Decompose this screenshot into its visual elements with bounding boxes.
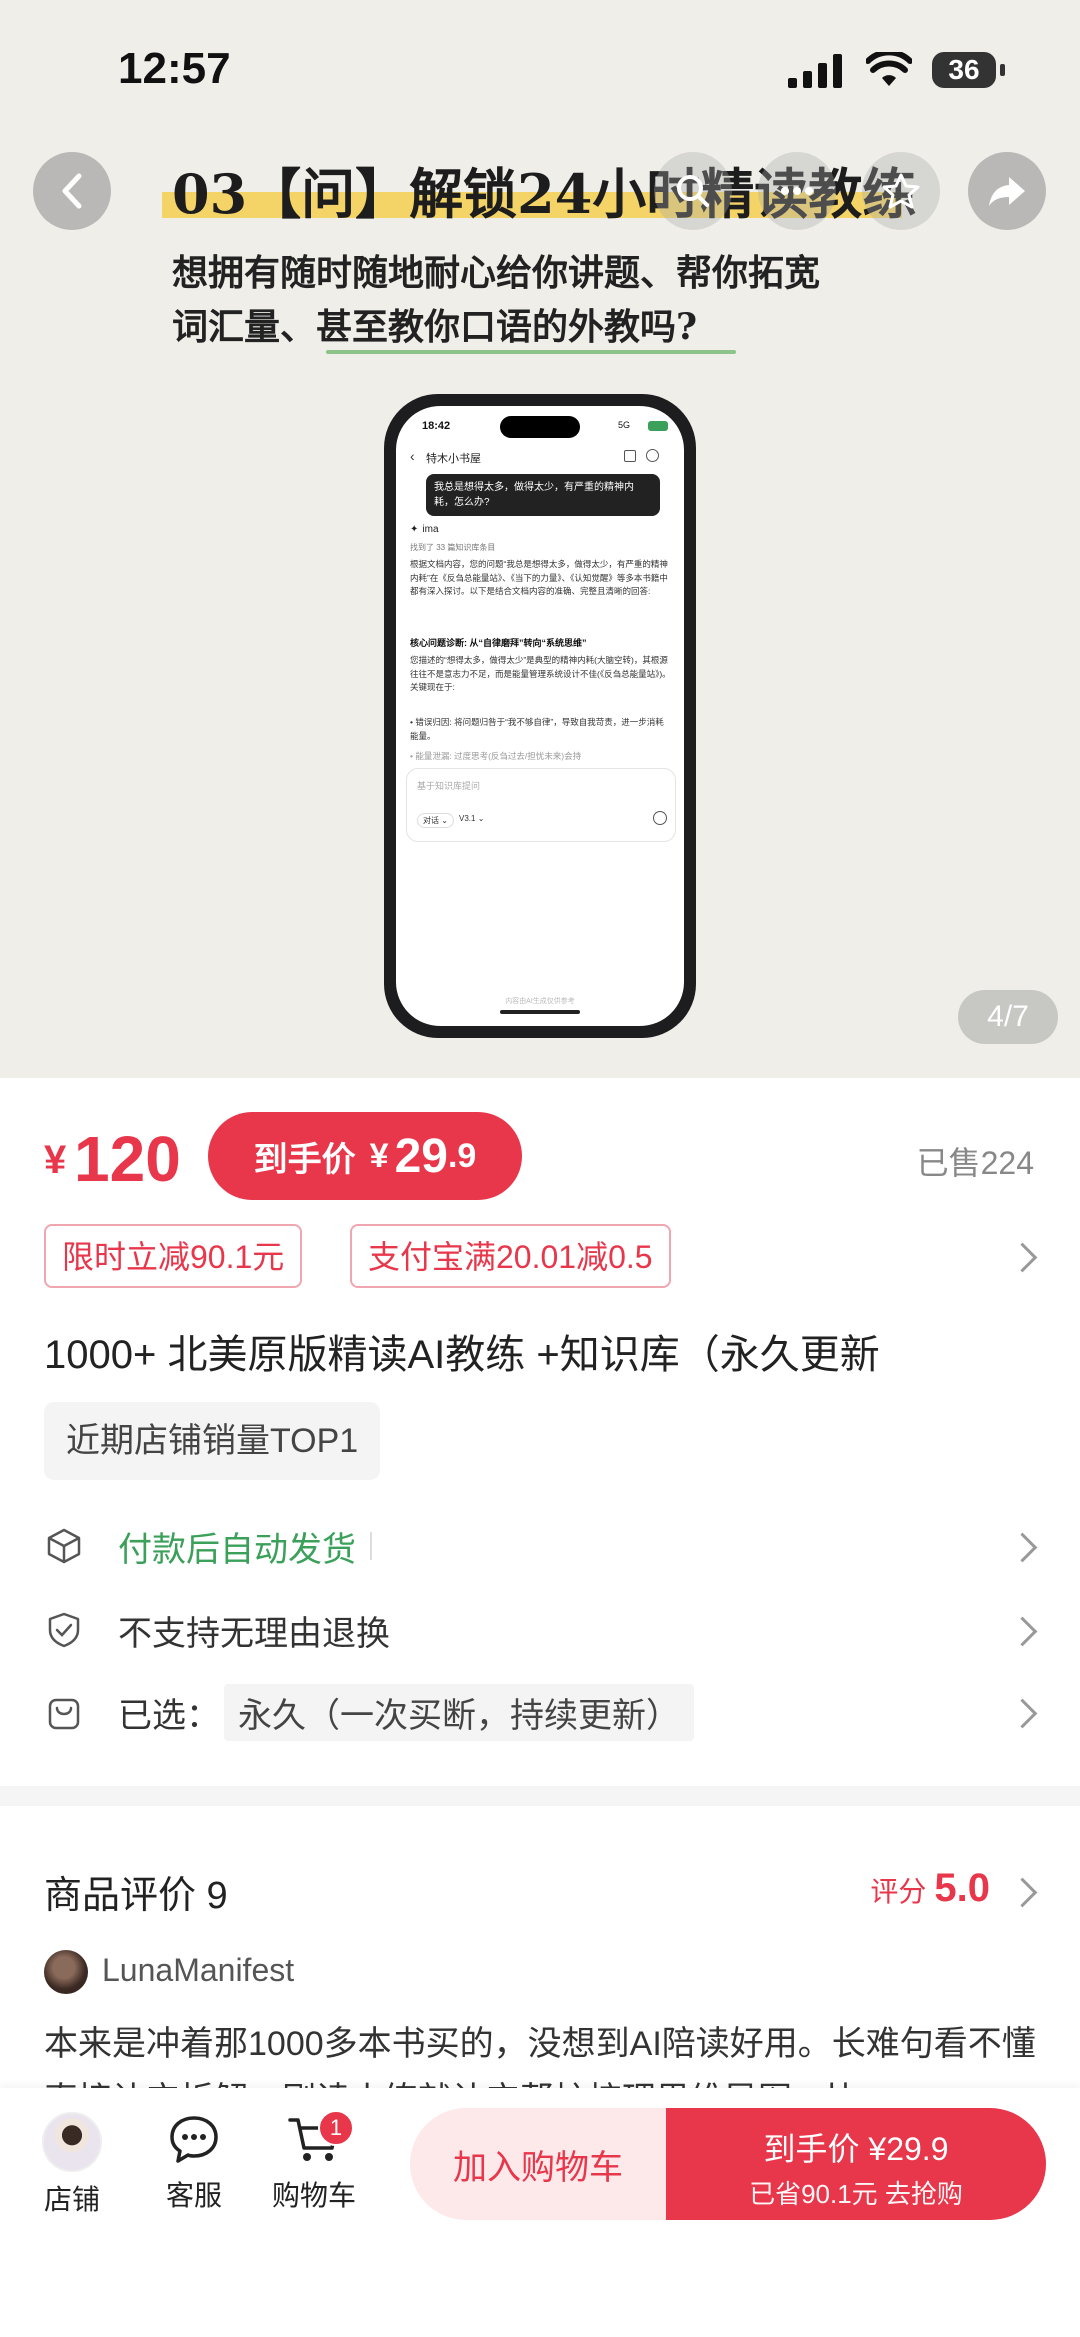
share-icon — [989, 177, 1025, 206]
hero-subtitle-line2: 词汇量、甚至教你口语的外教吗? — [172, 306, 698, 348]
delivery-chevron-icon[interactable] — [1007, 1532, 1038, 1563]
selected-chevron-icon[interactable] — [1007, 1698, 1038, 1729]
phone-back-icon: ‹ — [410, 448, 415, 464]
shop-tab[interactable]: 店铺 — [22, 2112, 122, 2218]
discount-tag-2[interactable]: 支付宝满20.01减0.5 — [350, 1224, 671, 1288]
final-price-dec: .9 — [447, 1136, 477, 1175]
buy-subtext: 已省90.1元 去抢购 — [749, 2179, 963, 2209]
score-value: 5.0 — [934, 1866, 990, 1910]
price-currency: ¥ — [44, 1138, 67, 1182]
delivery-text: 付款后自动发货 — [118, 1530, 356, 1569]
dynamic-island — [500, 416, 580, 438]
star-icon — [882, 173, 920, 209]
more-icon — [781, 187, 813, 195]
subtitle-underline — [326, 350, 736, 354]
phone-ref-note: 找到了 33 篇知识库条目 — [410, 543, 496, 552]
shop-avatar — [42, 2112, 102, 2172]
battery-icon: 36 — [932, 52, 1005, 88]
chevron-left-icon — [62, 173, 82, 209]
final-price-currency: ¥ — [369, 1136, 389, 1175]
phone-screen: 18:42 5G ‹ 特木小书屋 我总是想得太多，做得太少，有严重的精神内耗，怎… — [396, 406, 684, 1026]
service-tab[interactable]: 客服 — [144, 2112, 244, 2214]
cart-count-badge: 1 — [318, 2110, 354, 2146]
status-bar: 12:57 36 — [0, 0, 1080, 140]
sold-count: 已售224 — [916, 1145, 1034, 1181]
reviewer-name: LunaManifest — [102, 1952, 295, 1988]
discount-tag-1[interactable]: 限时立减90.1元 — [44, 1224, 303, 1288]
reviews-chevron-icon[interactable] — [1007, 1877, 1038, 1908]
search-button[interactable] — [654, 152, 732, 230]
buy-currency: ¥ — [868, 2131, 887, 2167]
hero-subtitle-line1: 想拥有随时随地耐心给你讲题、帮你拓宽 — [172, 252, 821, 294]
phone-header: 特木小书屋 — [426, 453, 481, 465]
returns-text: 不支持无理由退换 — [118, 1614, 390, 1653]
hero-subtitle: 想拥有随时随地耐心给你讲题、帮你拓宽 词汇量、甚至教你口语的外教吗? — [172, 246, 932, 354]
section-divider — [0, 1786, 1080, 1806]
selected-row[interactable]: 已选： 永久（一次买断，持续更新） — [44, 1682, 694, 1742]
buy-price: 29.9 — [886, 2131, 949, 2167]
phone-battery-icon — [648, 421, 668, 431]
phone-input-placeholder: 基于知识库提问 — [417, 781, 481, 791]
promo-chevron-icon[interactable] — [1007, 1242, 1038, 1273]
shield-check-icon — [48, 1612, 80, 1648]
phone-footer: 内容由AI生成仅供参考 — [505, 998, 575, 1005]
bot-icon: ✦ — [410, 524, 419, 535]
phone-bullet-2: • 能量泄漏: 过度思考(反刍过去/担忧未来)会持 — [410, 751, 582, 761]
review-score[interactable]: 评分 5.0 — [870, 1866, 990, 1911]
add-to-cart-button[interactable]: 加入购物车 — [410, 2108, 666, 2220]
delivery-separator — [370, 1532, 372, 1560]
service-label: 客服 — [165, 2180, 222, 2211]
reviewer-avatar — [44, 1950, 88, 1994]
final-price-pill: 到手价 ¥ 29.9 — [208, 1112, 522, 1200]
phone-home-indicator — [500, 1010, 580, 1014]
phone-mode-chip: 对话 ⌄ — [417, 813, 454, 828]
buy-now-button[interactable]: 到手价 ¥29.9 已省90.1元 去抢购 — [666, 2108, 1046, 2220]
phone-bot-name: ✦ ima — [410, 524, 439, 535]
image-page-indicator: 4/7 — [958, 990, 1058, 1044]
phone-paragraph-2: 您描述的“想得太多，做得太少”是典型的精神内耗(大脑空转)，其根源往往不是意志力… — [410, 655, 671, 692]
wifi-icon — [866, 52, 912, 86]
favorite-button[interactable] — [862, 152, 940, 230]
phone-history-icon — [646, 449, 659, 462]
phone-input-box: 基于知识库提问 对话 ⌄ V3.1 ⌄ — [406, 768, 676, 842]
phone-share-icon — [624, 450, 636, 462]
phone-user-bubble: 我总是想得太多，做得太少，有严重的精神内耗，怎么办? — [426, 474, 660, 516]
phone-bullet-1: • 错误归因: 将问题归咎于“我不够自律”，导致自我苛责，进一步消耗能量。 — [410, 717, 664, 741]
selected-label: 已选： — [118, 1696, 220, 1735]
shop-label: 店铺 — [43, 2184, 100, 2215]
chat-icon — [170, 2116, 218, 2163]
phone-mockup: 18:42 5G ‹ 特木小书屋 我总是想得太多，做得太少，有严重的精神内耗，怎… — [384, 394, 696, 1038]
product-name: 1000+ 北美原版精读AI教练 +知识库（永久更新 — [44, 1333, 880, 1377]
phone-network: 5G — [618, 420, 631, 430]
cart-label: 购物车 — [271, 2180, 356, 2211]
score-label: 评分 — [870, 1876, 927, 1907]
original-price: 120 — [74, 1123, 181, 1195]
more-button[interactable] — [758, 152, 836, 230]
delivery-row[interactable]: 付款后自动发货 — [44, 1516, 372, 1576]
package-icon — [47, 1528, 81, 1564]
final-price-label: 到手价 — [253, 1140, 356, 1179]
back-button[interactable] — [33, 152, 111, 230]
phone-time: 18:42 — [422, 420, 451, 432]
status-time: 12:57 — [118, 44, 231, 93]
phone-send-icon — [653, 811, 667, 825]
buy-label: 到手价 — [763, 2131, 860, 2167]
phone-version: V3.1 ⌄ — [459, 814, 485, 823]
final-price-int: 29 — [394, 1129, 448, 1183]
search-icon — [677, 175, 709, 207]
rank-badge[interactable]: 近期店铺销量TOP1 — [44, 1402, 381, 1480]
phone-paragraph-1: 根据文档内容，您的问题“我总是想得太多，做得太少，有严重的精神内耗”在《反刍总能… — [410, 559, 668, 596]
signal-icon — [788, 54, 842, 88]
reviews-title[interactable]: 商品评价 9 — [44, 1864, 228, 1919]
bag-icon — [48, 1698, 80, 1730]
returns-chevron-icon[interactable] — [1007, 1616, 1038, 1647]
selected-value: 永久（一次买断，持续更新） — [224, 1683, 694, 1741]
buy-price-line: 到手价 ¥29.9 — [666, 2124, 1046, 2170]
returns-row[interactable]: 不支持无理由退换 — [44, 1600, 390, 1660]
share-button[interactable] — [968, 152, 1046, 230]
phone-paragraph-2-title: 核心问题诊断: 从“自律磨拜”转向“系统思维” — [410, 638, 587, 648]
